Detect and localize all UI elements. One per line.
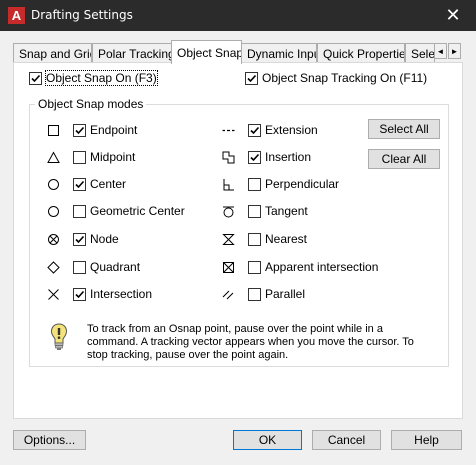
object-snap-tracking-label: Object Snap Tracking On (F11)	[262, 71, 428, 85]
object-snap-on-label: Object Snap On (F3)	[45, 70, 158, 86]
node-label: Node	[90, 232, 119, 246]
mode-tangent[interactable]: Tangent	[220, 203, 308, 219]
check-icon	[75, 180, 85, 188]
window-title: Drafting Settings	[31, 8, 133, 22]
mode-apparent-intersection[interactable]: Apparent intersection	[220, 259, 378, 275]
mode-quadrant[interactable]: Quadrant	[45, 259, 140, 275]
tab-scroll-left-icon[interactable]: ◄	[434, 43, 447, 59]
apparent-intersection-checkbox[interactable]	[248, 260, 261, 274]
check-icon	[75, 126, 85, 134]
node-icon	[45, 231, 61, 247]
mode-insertion[interactable]: Insertion	[220, 149, 311, 165]
parallel-checkbox[interactable]	[248, 287, 261, 301]
perpendicular-label: Perpendicular	[265, 177, 340, 191]
mode-perpendicular[interactable]: Perpendicular	[220, 176, 339, 192]
check-icon	[250, 126, 260, 134]
autocad-logo-icon: A	[8, 7, 25, 24]
extension-label: Extension	[265, 123, 318, 137]
extension-checkbox[interactable]	[248, 123, 261, 137]
quadrant-checkbox[interactable]	[73, 260, 86, 274]
geometric-center-label: Geometric Center	[90, 204, 185, 218]
close-button[interactable]: ✕	[430, 0, 476, 31]
object-snap-on-row[interactable]: Object Snap On (F3)	[29, 70, 158, 86]
perpendicular-checkbox[interactable]	[248, 177, 261, 191]
geometric-center-icon	[45, 203, 61, 219]
check-icon	[75, 290, 85, 298]
tab-snap-and-grid[interactable]: Snap and Grid	[13, 43, 92, 63]
midpoint-label: Midpoint	[90, 150, 136, 164]
perpendicular-icon	[220, 176, 236, 192]
midpoint-checkbox[interactable]	[73, 150, 86, 164]
object-snap-tracking-checkbox[interactable]	[245, 71, 258, 85]
tracking-info-text: To track from an Osnap point, pause over…	[87, 323, 414, 361]
clear-all-button[interactable]: Clear All	[368, 149, 440, 169]
mode-endpoint[interactable]: Endpoint	[45, 122, 137, 138]
check-icon	[247, 74, 257, 82]
mode-node[interactable]: Node	[45, 231, 119, 247]
parallel-icon	[220, 286, 236, 302]
tab-dynamic-input[interactable]: Dynamic Input	[241, 43, 317, 63]
node-checkbox[interactable]	[73, 232, 86, 246]
quadrant-icon	[45, 259, 61, 275]
endpoint-label: Endpoint	[90, 123, 138, 137]
object-snap-modes-group: Object Snap modes Endpoint Midpoint Cent…	[29, 97, 449, 367]
tangent-icon	[220, 203, 236, 219]
tangent-checkbox[interactable]	[248, 204, 261, 218]
parallel-label: Parallel	[265, 287, 306, 301]
mode-parallel[interactable]: Parallel	[220, 286, 305, 302]
apparent-intersection-label: Apparent intersection	[265, 260, 379, 274]
mode-geometric-center[interactable]: Geometric Center	[45, 203, 185, 219]
intersection-icon	[45, 286, 61, 302]
nearest-icon	[220, 231, 236, 247]
endpoint-checkbox[interactable]	[73, 123, 86, 137]
nearest-label: Nearest	[265, 232, 308, 246]
insertion-checkbox[interactable]	[248, 150, 261, 164]
tab-scroll-right-icon[interactable]: ►	[448, 43, 461, 59]
insertion-label: Insertion	[265, 150, 312, 164]
midpoint-icon	[45, 149, 61, 165]
intersection-label: Intersection	[90, 287, 153, 301]
options-button[interactable]: Options...	[13, 430, 86, 450]
tab-object-snap[interactable]: Object Snap	[171, 40, 242, 64]
mode-center[interactable]: Center	[45, 176, 126, 192]
lightbulb-icon	[50, 323, 68, 350]
help-button[interactable]: Help	[391, 430, 462, 450]
check-icon	[75, 235, 85, 243]
tab-selection[interactable]: Sele	[405, 43, 435, 63]
tangent-label: Tangent	[265, 204, 308, 218]
check-icon	[250, 153, 260, 161]
center-label: Center	[90, 177, 127, 191]
select-all-button[interactable]: Select All	[368, 119, 440, 139]
tab-polar-tracking[interactable]: Polar Tracking	[92, 43, 173, 63]
mode-nearest[interactable]: Nearest	[220, 231, 307, 247]
check-icon	[31, 74, 41, 82]
endpoint-icon	[45, 122, 61, 138]
tab-strip: Snap and Grid Polar Tracking Object Snap…	[13, 40, 463, 64]
object-snap-tracking-row[interactable]: Object Snap Tracking On (F11)	[245, 71, 427, 85]
center-icon	[45, 176, 61, 192]
object-snap-on-checkbox[interactable]	[29, 71, 42, 85]
intersection-checkbox[interactable]	[73, 287, 86, 301]
geometric-center-checkbox[interactable]	[73, 204, 86, 218]
mode-extension[interactable]: Extension	[220, 122, 318, 138]
mode-intersection[interactable]: Intersection	[45, 286, 152, 302]
extension-icon	[220, 122, 236, 138]
apparent-intersection-icon	[220, 259, 236, 275]
mode-midpoint[interactable]: Midpoint	[45, 149, 135, 165]
ok-button[interactable]: OK	[233, 430, 302, 450]
quadrant-label: Quadrant	[90, 260, 141, 274]
object-snap-panel: Object Snap On (F3) Object Snap Tracking…	[13, 62, 463, 419]
title-bar: A Drafting Settings ✕	[0, 0, 476, 31]
center-checkbox[interactable]	[73, 177, 86, 191]
cancel-button[interactable]: Cancel	[312, 430, 381, 450]
nearest-checkbox[interactable]	[248, 232, 261, 246]
tab-quick-properties[interactable]: Quick Properties	[317, 43, 405, 63]
insertion-icon	[220, 149, 236, 165]
group-title: Object Snap modes	[35, 97, 147, 111]
